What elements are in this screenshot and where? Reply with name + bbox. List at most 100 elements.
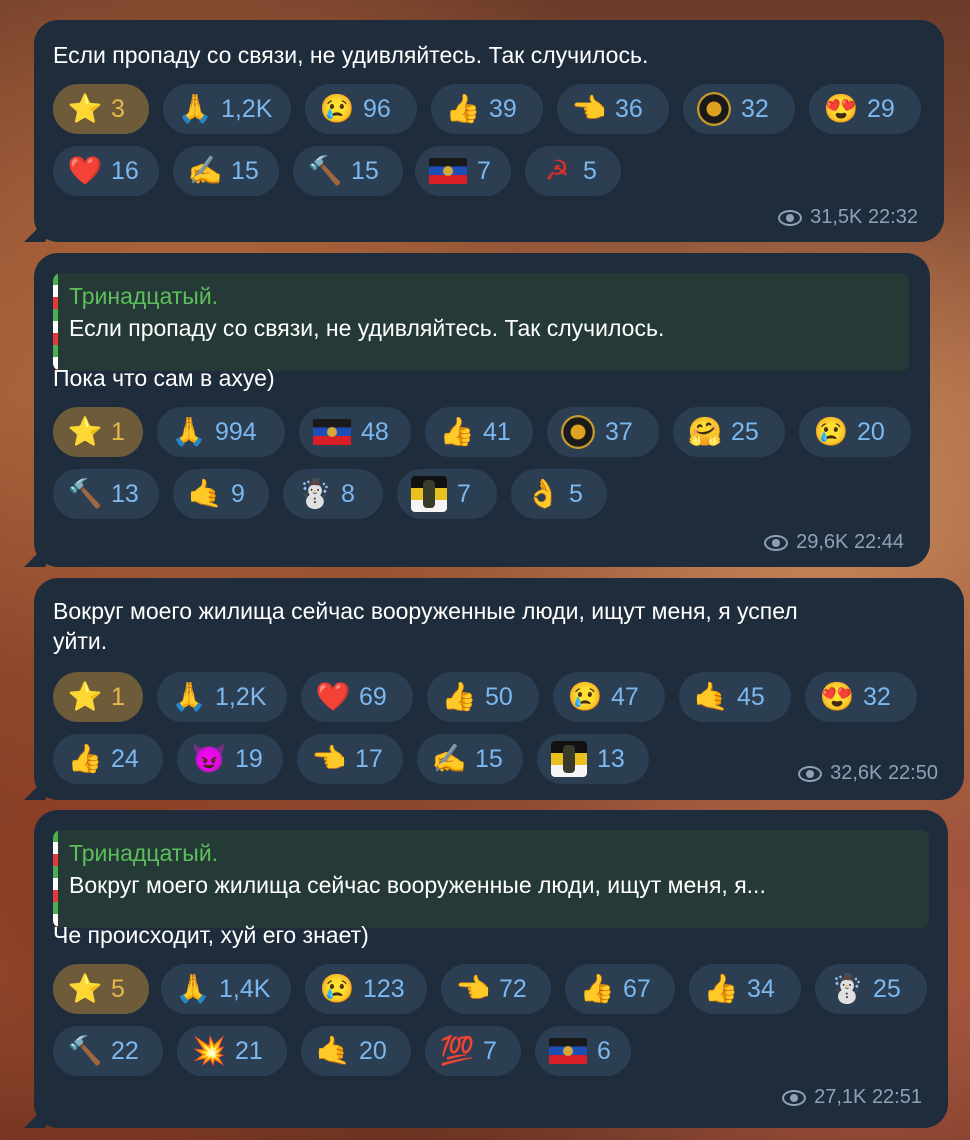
devil-face-icon: 😈 — [191, 743, 227, 774]
vault-boy-icon: 👍 — [67, 743, 103, 774]
reaction-writing[interactable]: ✍️ 15 — [417, 734, 523, 784]
reaction-heart-eyes[interactable]: 😍 32 — [805, 672, 917, 722]
reaction-pointing[interactable]: 👈 36 — [557, 84, 669, 134]
reaction-hundred[interactable]: 💯 7 — [425, 1026, 521, 1076]
shaka-hand-icon: 🤙 — [693, 681, 729, 712]
reaction-dnr-flag[interactable]: 7 — [415, 146, 511, 196]
reaction-crying[interactable]: 😢 20 — [799, 407, 911, 457]
reaction-count: 37 — [605, 417, 633, 446]
reaction-star[interactable]: ⭐ 1 — [53, 407, 143, 457]
reaction-thumbs-up[interactable]: 👍 67 — [565, 964, 675, 1014]
pray-icon: 🙏 — [177, 93, 213, 124]
mushroom-cloud-icon: 💥 — [191, 1035, 227, 1066]
reaction-count: 1,4K — [219, 974, 271, 1003]
writing-hand-icon: ✍️ — [431, 743, 467, 774]
reaction-count: 1,2K — [221, 94, 273, 123]
views-count: 31,5K — [810, 206, 863, 228]
message-text-line1: Вокруг моего жилища сейчас вооруженные л… — [53, 598, 798, 624]
star-icon: ⭐ — [67, 416, 103, 447]
reaction-pointing[interactable]: 👈 72 — [441, 964, 551, 1014]
reaction-count: 13 — [111, 479, 139, 508]
reaction-wagner-badge[interactable]: 37 — [547, 407, 659, 457]
reaction-pray[interactable]: 🙏 1,2K — [157, 672, 287, 722]
reaction-count: 994 — [215, 417, 257, 446]
reaction-count: 9 — [231, 479, 245, 508]
reaction-imperial-flag[interactable]: 7 — [397, 469, 497, 519]
hundred-points-icon: 💯 — [439, 1035, 475, 1066]
message-meta: 29,6K 22:44 — [764, 531, 904, 554]
reaction-count: 1,2K — [215, 682, 267, 711]
thumbs-up-icon: 👍 — [579, 973, 615, 1004]
reply-quote[interactable]: Тринадцатый. Вокруг моего жилища сейчас … — [53, 830, 929, 928]
eye-icon — [782, 1089, 807, 1106]
reaction-count: 5 — [569, 479, 583, 508]
reaction-thumbs-up[interactable]: 👍 39 — [431, 84, 543, 134]
reaction-sledgehammer[interactable]: 🔨 13 — [53, 469, 159, 519]
reaction-vault-boy[interactable]: 👍 24 — [53, 734, 163, 784]
reaction-count: 50 — [485, 682, 513, 711]
reaction-dnr-flag[interactable]: 48 — [299, 407, 411, 457]
reaction-count: 72 — [499, 974, 527, 1003]
shaka-hand-icon: 🤙 — [315, 1035, 351, 1066]
reaction-heart[interactable]: ❤️ 69 — [301, 672, 413, 722]
message-text-line2: уйти. — [53, 628, 108, 654]
wagner-badge-icon — [561, 415, 595, 449]
reaction-sledgehammer[interactable]: 🔨 22 — [53, 1026, 163, 1076]
message-time: 22:32 — [867, 206, 918, 228]
message-bubble[interactable]: Тринадцатый. Вокруг моего жилища сейчас … — [24, 810, 948, 1128]
reaction-imperial-flag[interactable]: 13 — [537, 734, 649, 784]
reaction-thumbs-up[interactable]: 👍 41 — [425, 407, 533, 457]
reaction-writing[interactable]: ✍️ 15 — [173, 146, 279, 196]
reaction-count: 32 — [863, 682, 891, 711]
message-text: Пока что сам в ахуе) — [53, 365, 275, 391]
reaction-count: 17 — [355, 744, 383, 773]
quote-author: Тринадцатый. — [69, 840, 219, 866]
reaction-crying[interactable]: 😢 123 — [305, 964, 427, 1014]
reaction-heart[interactable]: ❤️ 16 — [53, 146, 159, 196]
dnr-flag-icon — [313, 419, 351, 445]
reaction-vault-boy[interactable]: 👍 34 — [689, 964, 801, 1014]
reaction-devil[interactable]: 😈 19 — [177, 734, 283, 784]
reaction-red-star[interactable]: ☭ 5 — [525, 146, 621, 196]
star-icon: ⭐ — [67, 973, 103, 1004]
reaction-shaka[interactable]: 🤙 20 — [301, 1026, 411, 1076]
reaction-thumbs-up[interactable]: 👍 50 — [427, 672, 539, 722]
reaction-star[interactable]: ⭐ 5 — [53, 964, 149, 1014]
reaction-shaka[interactable]: 🤙 45 — [679, 672, 791, 722]
eye-icon — [764, 534, 789, 551]
reaction-star[interactable]: ⭐ 3 — [53, 84, 149, 134]
vault-boy-icon: 👍 — [703, 973, 739, 1004]
reaction-mushroom-cloud[interactable]: 💥 21 — [177, 1026, 287, 1076]
reaction-sledgehammer[interactable]: 🔨 15 — [293, 146, 403, 196]
reaction-shaka[interactable]: 🤙 9 — [173, 469, 269, 519]
reaction-dnr-flag[interactable]: 6 — [535, 1026, 631, 1076]
reaction-snowman[interactable]: ☃️ 25 — [815, 964, 927, 1014]
message-bubble[interactable]: Вокруг моего жилища сейчас вооруженные л… — [24, 578, 964, 800]
message-meta: 27,1K 22:51 — [782, 1086, 922, 1109]
reaction-ok-hand[interactable]: 👌 5 — [511, 469, 607, 519]
reaction-star[interactable]: ⭐ 1 — [53, 672, 143, 722]
reaction-count: 41 — [483, 417, 511, 446]
reaction-count: 123 — [363, 974, 405, 1003]
reaction-heart-eyes[interactable]: 😍 29 — [809, 84, 921, 134]
reaction-pray[interactable]: 🙏 994 — [157, 407, 285, 457]
ok-hand-icon: 👌 — [525, 478, 561, 509]
reaction-crying[interactable]: 😢 47 — [553, 672, 665, 722]
dnr-flag-icon — [549, 1038, 587, 1064]
reaction-pray[interactable]: 🙏 1,2K — [163, 84, 291, 134]
reaction-count: 96 — [363, 94, 391, 123]
message-bubble[interactable]: Тринадцатый. Если пропаду со связи, не у… — [24, 253, 930, 567]
reaction-hugging[interactable]: 🤗 25 — [673, 407, 785, 457]
reaction-crying[interactable]: 😢 96 — [305, 84, 417, 134]
reaction-count: 1 — [111, 682, 125, 711]
reaction-count: 15 — [231, 156, 259, 185]
reaction-wagner-badge[interactable]: 32 — [683, 84, 795, 134]
reaction-snowman[interactable]: ☃️ 8 — [283, 469, 383, 519]
reaction-count: 20 — [359, 1036, 387, 1065]
reaction-count: 25 — [873, 974, 901, 1003]
reaction-pray[interactable]: 🙏 1,4K — [161, 964, 291, 1014]
reply-quote[interactable]: Тринадцатый. Если пропаду со связи, не у… — [53, 273, 909, 371]
message-bubble[interactable]: Если пропаду со связи, не удивляйтесь. Т… — [24, 20, 944, 242]
reaction-pointing[interactable]: 👈 17 — [297, 734, 403, 784]
reaction-count: 67 — [623, 974, 651, 1003]
